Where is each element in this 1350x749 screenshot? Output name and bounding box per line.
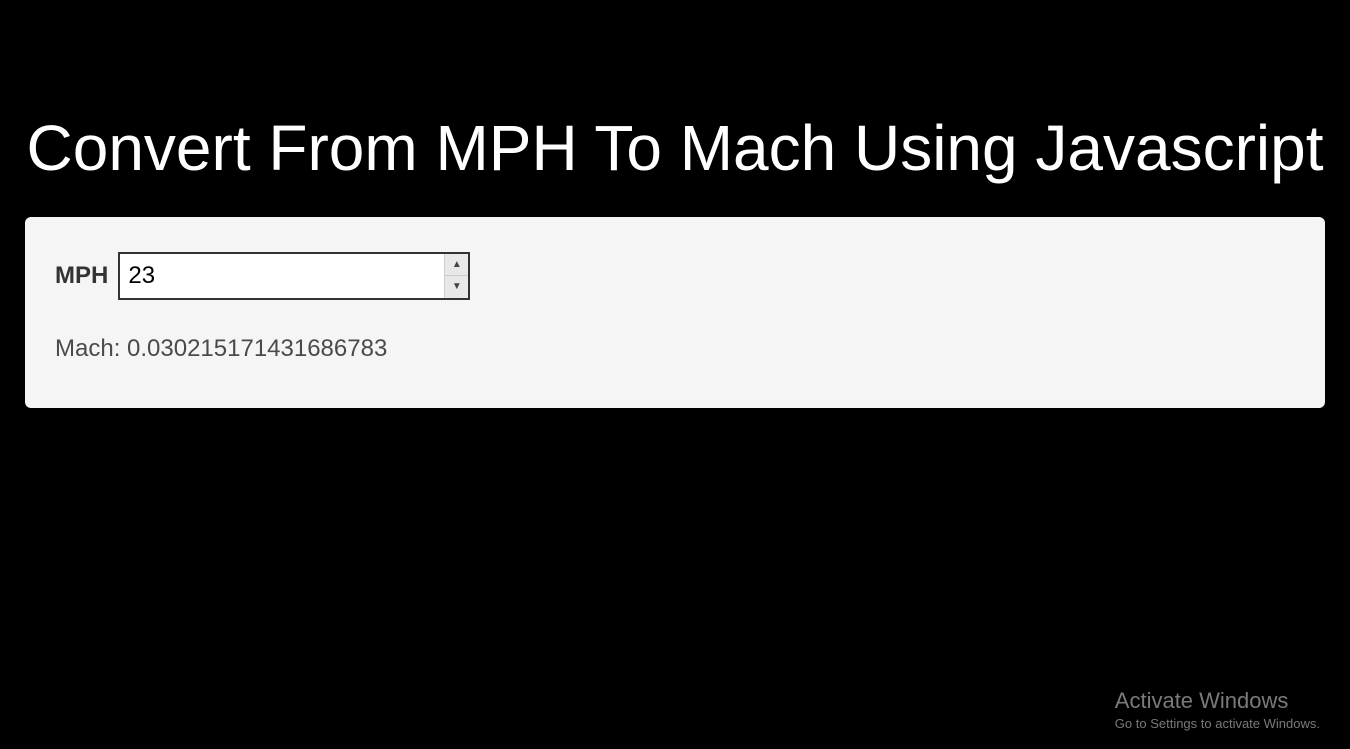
number-input-wrapper: ▲ ▼ xyxy=(118,252,470,300)
chevron-down-icon: ▼ xyxy=(452,281,462,292)
mph-input[interactable] xyxy=(118,252,470,300)
watermark-title: Activate Windows xyxy=(1115,688,1320,714)
mach-output: Mach: 0.030215171431686783 xyxy=(55,335,1295,363)
number-spinner: ▲ ▼ xyxy=(444,254,468,298)
windows-watermark: Activate Windows Go to Settings to activ… xyxy=(1115,688,1320,731)
spinner-up-button[interactable]: ▲ xyxy=(445,254,468,276)
chevron-up-icon: ▲ xyxy=(452,259,462,270)
watermark-subtitle: Go to Settings to activate Windows. xyxy=(1115,716,1320,731)
spinner-down-button[interactable]: ▼ xyxy=(445,276,468,298)
mph-label: MPH xyxy=(55,262,108,290)
converter-card: MPH ▲ ▼ Mach: 0.030215171431686783 xyxy=(25,217,1325,408)
page-title: Convert From MPH To Mach Using Javascrip… xyxy=(25,110,1325,187)
input-row: MPH ▲ ▼ xyxy=(55,252,1295,300)
